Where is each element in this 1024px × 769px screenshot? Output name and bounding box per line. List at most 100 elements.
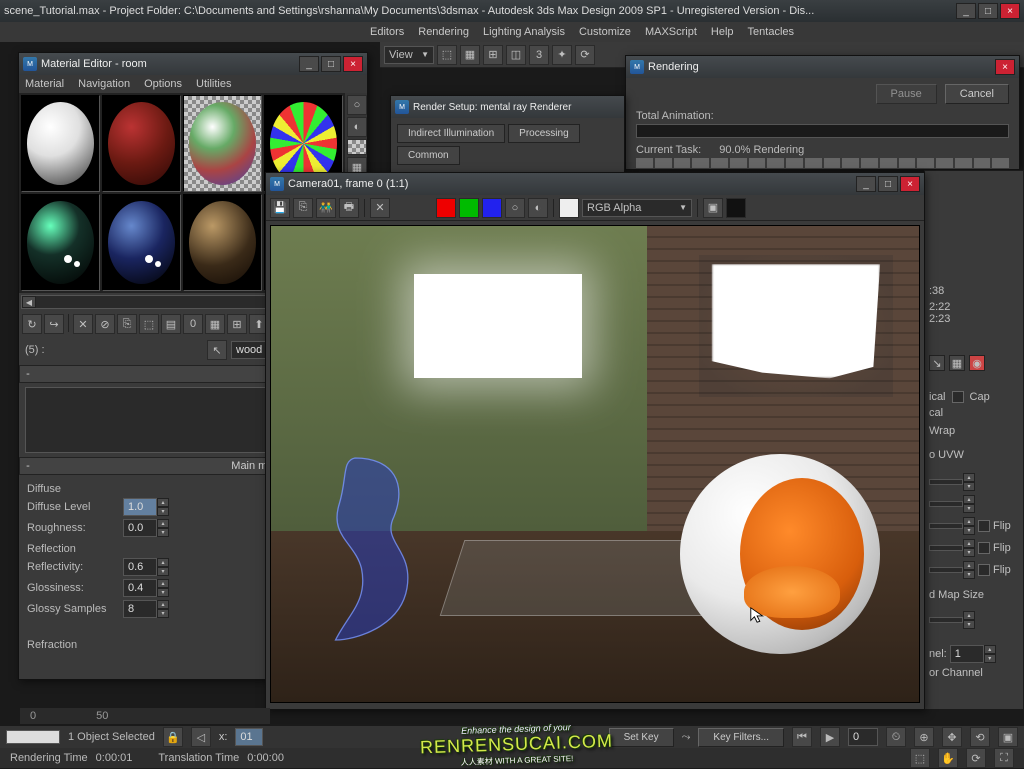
swatch[interactable] — [6, 730, 60, 744]
pause-button[interactable]: Pause — [876, 84, 937, 104]
print-icon[interactable]: 🖶 — [339, 198, 359, 218]
bg-swatch-icon[interactable] — [726, 198, 746, 218]
make-copy-icon[interactable]: ⎘ — [117, 314, 137, 334]
mono-channel-icon[interactable]: ◐ — [528, 198, 548, 218]
flip-checkbox[interactable] — [978, 520, 990, 532]
nav-icon[interactable]: ⊕ — [914, 727, 934, 747]
matedit-menu-utilities[interactable]: Utilities — [196, 78, 231, 90]
alpha-channel-icon[interactable]: ○ — [505, 198, 525, 218]
rendering-titlebar[interactable]: M Rendering × — [626, 56, 1019, 78]
material-slot[interactable] — [21, 95, 100, 192]
key-filters-button[interactable]: Key Filters... — [698, 728, 784, 747]
show-map-icon[interactable]: ▦ — [205, 314, 225, 334]
swatch-icon[interactable] — [559, 198, 579, 218]
tab-processing[interactable]: Processing — [508, 124, 579, 143]
menu-customize[interactable]: Customize — [579, 26, 631, 38]
timeline[interactable]: 0 50 — [20, 708, 270, 724]
green-channel-icon[interactable] — [459, 198, 479, 218]
tab-common[interactable]: Common — [397, 146, 460, 165]
clear-icon[interactable]: ✕ — [370, 198, 390, 218]
red-channel-icon[interactable] — [436, 198, 456, 218]
nav-icon[interactable]: ▣ — [998, 727, 1018, 747]
frame-input[interactable]: 01 — [235, 728, 263, 746]
panel-icon[interactable]: ◉ — [969, 355, 985, 371]
material-slot[interactable] — [102, 194, 181, 291]
tool-icon[interactable]: 3 — [529, 45, 549, 65]
vfb-minimize-button[interactable]: _ — [856, 176, 876, 192]
get-material-icon[interactable]: ↻ — [22, 314, 42, 334]
menu-editors[interactable]: Editors — [370, 26, 404, 38]
vfb-titlebar[interactable]: M Camera01, frame 0 (1:1) _ □ × — [266, 173, 924, 195]
material-slot[interactable] — [183, 194, 262, 291]
set-key-button[interactable]: Set Key — [609, 728, 674, 747]
spinner[interactable]: ▴▾ — [929, 473, 975, 491]
channel-dropdown[interactable]: RGB Alpha▼ — [582, 199, 692, 217]
tool-icon[interactable]: ▦ — [460, 45, 480, 65]
cap-checkbox[interactable] — [952, 391, 964, 403]
effects-icon[interactable]: 0 — [183, 314, 203, 334]
tool-icon[interactable]: ✦ — [552, 45, 572, 65]
vfb-close-button[interactable]: × — [900, 176, 920, 192]
show-end-icon[interactable]: ⊞ — [227, 314, 247, 334]
flip-checkbox[interactable] — [978, 564, 990, 576]
menu-rendering[interactable]: Rendering — [418, 26, 469, 38]
cancel-button[interactable]: Cancel — [945, 84, 1009, 104]
app-maximize-button[interactable]: □ — [978, 3, 998, 19]
menu-tentacles[interactable]: Tentacles — [748, 26, 794, 38]
panel-icon[interactable]: ▦ — [949, 355, 965, 371]
diffuse-level-spinner[interactable]: 1.0▴▾ — [123, 498, 169, 516]
menu-maxscript[interactable]: MAXScript — [645, 26, 697, 38]
play-icon[interactable]: ▶ — [820, 727, 840, 747]
nav-icon[interactable]: ⟲ — [970, 727, 990, 747]
blue-channel-icon[interactable] — [482, 198, 502, 218]
nav-icon[interactable]: ⟳ — [966, 748, 986, 768]
spinner[interactable]: ▴▾ — [929, 517, 975, 535]
clone-icon[interactable]: 👬 — [316, 198, 336, 218]
frame-field[interactable]: 0 — [848, 728, 878, 746]
nav-icon[interactable]: ✥ — [942, 727, 962, 747]
flip-checkbox[interactable] — [978, 542, 990, 554]
nav-icon[interactable]: ⛶ — [994, 748, 1014, 768]
channel-spinner[interactable]: 1▴▾ — [950, 645, 996, 663]
lock-icon[interactable]: 🔒 — [163, 727, 183, 747]
app-close-button[interactable]: × — [1000, 3, 1020, 19]
tri-icon[interactable]: ◁ — [191, 727, 211, 747]
nav-icon[interactable]: ⬚ — [910, 748, 930, 768]
tool-icon[interactable]: ⊞ — [483, 45, 503, 65]
sample-tool-icon[interactable] — [347, 139, 367, 155]
sample-tool-icon[interactable]: ◐ — [347, 117, 367, 137]
tab-indirect[interactable]: Indirect Illumination — [397, 124, 505, 143]
sample-tool-icon[interactable]: ○ — [347, 95, 367, 115]
view-dropdown[interactable]: View▼ — [384, 46, 434, 64]
material-slot[interactable] — [102, 95, 181, 192]
copy-icon[interactable]: ⎘ — [293, 198, 313, 218]
put-library-icon[interactable]: ▤ — [161, 314, 181, 334]
roughness-spinner[interactable]: 0.0▴▾ — [123, 519, 169, 537]
rendering-close-button[interactable]: × — [995, 59, 1015, 75]
app-minimize-button[interactable]: _ — [956, 3, 976, 19]
vfb-maximize-button[interactable]: □ — [878, 176, 898, 192]
pick-icon[interactable]: ↖ — [207, 340, 227, 360]
panel-icon[interactable]: ↘ — [929, 355, 945, 371]
save-icon[interactable]: 💾 — [270, 198, 290, 218]
spinner[interactable]: ▴▾ — [929, 561, 975, 579]
spinner[interactable]: ▴▾ — [929, 495, 975, 513]
make-unique-icon[interactable]: ⬚ — [139, 314, 159, 334]
nav-icon[interactable]: ✋ — [938, 748, 958, 768]
matedit-menu-material[interactable]: Material — [25, 78, 64, 90]
menu-lighting[interactable]: Lighting Analysis — [483, 26, 565, 38]
matedit-minimize-button[interactable]: _ — [299, 56, 319, 72]
material-slot[interactable] — [21, 194, 100, 291]
put-material-icon[interactable]: ↪ — [44, 314, 64, 334]
menu-help[interactable]: Help — [711, 26, 734, 38]
reflectivity-spinner[interactable]: 0.6▴▾ — [123, 558, 169, 576]
matedit-menu-navigation[interactable]: Navigation — [78, 78, 130, 90]
spinner[interactable]: ▴▾ — [929, 611, 975, 629]
matedit-menu-options[interactable]: Options — [144, 78, 182, 90]
key-tangent-icon[interactable]: ⤳ — [682, 731, 691, 744]
overlay-icon[interactable]: ▣ — [703, 198, 723, 218]
material-slot[interactable] — [183, 95, 262, 192]
tool-icon[interactable]: ⬚ — [437, 45, 457, 65]
matedit-close-button[interactable]: × — [343, 56, 363, 72]
matedit-maximize-button[interactable]: □ — [321, 56, 341, 72]
